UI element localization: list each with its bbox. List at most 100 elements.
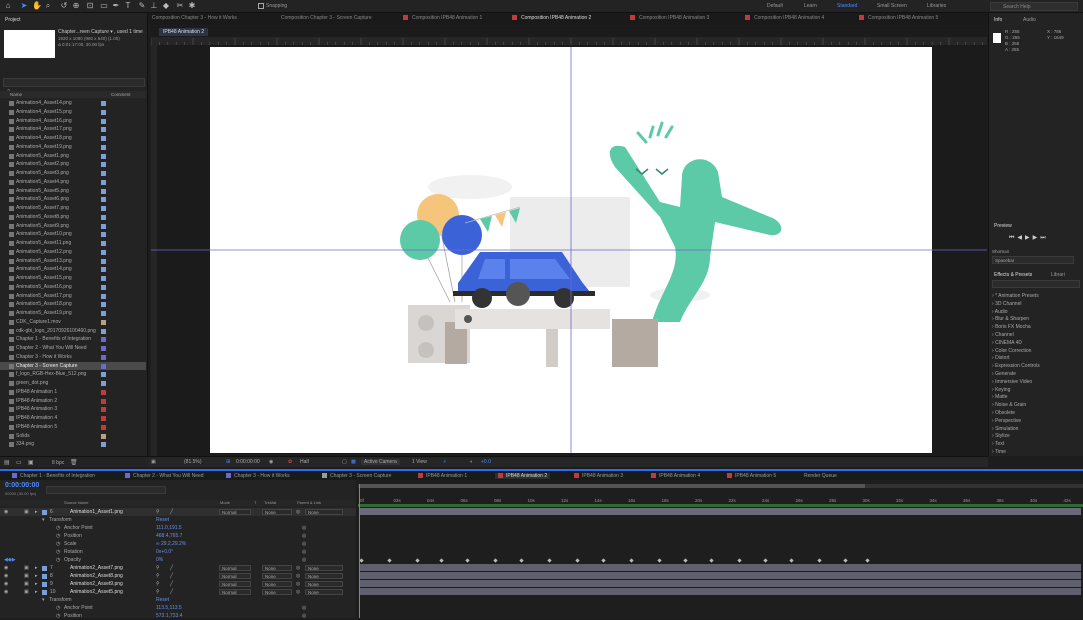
blend-mode-select[interactable]: Normal (219, 581, 251, 587)
effects-category[interactable]: › Channel (992, 332, 1014, 338)
timeline-tab[interactable]: Chapter 1 - Benefits of Integration (12, 473, 95, 479)
track-matte-select[interactable]: None (262, 581, 292, 587)
project-item[interactable]: Animation5_Asset9.png (0, 222, 146, 231)
project-item[interactable]: Chapter 2 - What You Will Need (0, 344, 146, 353)
effects-category[interactable]: › Audio (992, 309, 1008, 315)
disclosure-triangle-icon[interactable]: ▸ (35, 572, 38, 580)
quality-switch-icon[interactable]: ╱ (170, 572, 173, 580)
tab-comp-anim-4[interactable]: Composition IPB48 Animation 4 (745, 15, 824, 21)
project-item[interactable]: Animation5_Asset2.png (0, 160, 146, 169)
property-row[interactable]: ◷ Anchor Point 111.0,191.5 ◎ (0, 524, 356, 532)
disclosure-triangle-icon[interactable]: ▸ (35, 580, 38, 588)
property-row[interactable]: ◷ Rotation 0x+0.0° ◎ (0, 548, 356, 556)
current-time[interactable]: 0:00:00:00 (236, 459, 260, 465)
project-item[interactable]: Animation5_Asset11.png (0, 239, 146, 248)
track-matte-select[interactable]: None (262, 573, 292, 579)
label-color-tag[interactable] (101, 346, 106, 351)
quality-switch-icon[interactable]: ╱ (170, 564, 173, 572)
shy-switch-icon[interactable]: ⚲ (156, 580, 160, 588)
project-item[interactable]: f_logo_RGB-Hex-Blue_512.png (0, 370, 146, 379)
effects-category[interactable]: › Text (992, 441, 1004, 447)
pickwhip-icon[interactable]: ◎ (302, 524, 306, 532)
shape-tool-icon[interactable]: ▭ (100, 2, 108, 10)
label-color-tag[interactable] (101, 398, 106, 404)
property-row[interactable]: ◷ Position 468.4,765.7 ◎ (0, 532, 356, 540)
hand-tool-icon[interactable]: ✋ (32, 2, 42, 10)
keyframe[interactable] (683, 557, 688, 563)
composition-canvas[interactable] (210, 47, 932, 453)
label-color-tag[interactable] (101, 232, 106, 238)
lock-icon[interactable]: ▣ (24, 564, 29, 572)
color-channel-icon[interactable]: ✿ (288, 459, 292, 465)
property-value[interactable]: 111.0,191.5 (156, 524, 182, 532)
project-item[interactable]: Animation4_Asset14.png (0, 99, 146, 108)
blend-mode-select[interactable]: Normal (219, 509, 251, 515)
workspace-default[interactable]: Default (767, 3, 783, 9)
col-source-name[interactable]: Source Name (64, 500, 88, 506)
project-item[interactable]: Animation5_Asset8.png (0, 213, 146, 222)
track-matte-select[interactable]: None (262, 589, 292, 595)
col-parent[interactable]: Parent & Link (297, 500, 321, 506)
label-color-tag[interactable] (101, 389, 106, 395)
pickwhip-icon[interactable]: ◎ (302, 604, 306, 612)
parent-select[interactable]: None (305, 509, 343, 515)
layer-row[interactable]: ◉ ▣ ▸ 7 Animation2_Asset7.png ⚲ ╱ Normal None ◎ No… (0, 564, 356, 572)
keyframe[interactable] (547, 557, 552, 563)
effects-category[interactable]: › Simulation (992, 426, 1018, 432)
project-item[interactable]: Animation5_Asset4.png (0, 178, 146, 187)
timeline-tab[interactable]: IPB48 Animation 1 (418, 473, 467, 479)
label-color-tag[interactable] (101, 206, 106, 211)
blend-mode-select[interactable]: Normal (219, 573, 251, 579)
timeline-tab[interactable]: Chapter 3 - Screen Capture (322, 473, 391, 479)
quality-switch-icon[interactable]: ╱ (170, 508, 173, 516)
label-color-tag[interactable] (101, 354, 106, 360)
layer-track[interactable] (358, 580, 1083, 588)
label-color-tag[interactable] (101, 276, 106, 281)
timeline-tab[interactable]: IPB48 Animation 5 (727, 473, 776, 479)
layer-row[interactable]: ◉ ▣ ▸ 8 Animation2_Asset8.png ⚲ ╱ Normal None ◎ No… (0, 572, 356, 580)
label-color-tag[interactable] (101, 162, 106, 168)
project-item[interactable]: Animation5_Asset16.png (0, 283, 146, 292)
layer-source-name[interactable]: Animation2_Asset7.png (70, 564, 123, 572)
stopwatch-icon[interactable]: ◷ (56, 532, 60, 540)
tab-comp-anim-1[interactable]: Composition IPB48 Animation 1 (403, 15, 482, 21)
layer-track[interactable] (358, 508, 1083, 516)
visibility-eye-icon[interactable]: ◉ (4, 572, 8, 580)
layer-source-name[interactable]: Animation2_Asset5.png (70, 588, 123, 596)
label-color-tag[interactable] (101, 249, 106, 255)
keyframe[interactable] (865, 557, 870, 563)
label-color-tag[interactable] (101, 136, 106, 141)
label-color-tag[interactable] (101, 442, 106, 448)
grid-icon[interactable]: ⊞ (226, 459, 230, 465)
keyframe[interactable] (709, 557, 714, 563)
label-color-tag[interactable] (101, 284, 106, 290)
type-tool-icon[interactable]: T (124, 2, 132, 10)
effects-category[interactable]: › Immersive Video (992, 379, 1032, 385)
effects-category[interactable]: › 3D Channel (992, 301, 1021, 307)
project-item[interactable]: Animation5_Asset6.png (0, 195, 146, 204)
camera-tool-icon[interactable]: ⊕ (72, 2, 80, 10)
disclosure-triangle-icon[interactable]: ▾ (42, 516, 45, 524)
timeline-tab[interactable]: Chapter 3 - How it Works (226, 473, 290, 479)
keyframe[interactable] (575, 557, 580, 563)
property-value[interactable]: 0x+0.0° (156, 548, 173, 556)
project-item[interactable]: IPB48 Animation 2 (0, 397, 146, 406)
effects-category[interactable]: › Noise & Grain (992, 402, 1026, 408)
project-item[interactable]: Animation5_Asset10.png (0, 230, 146, 239)
effects-category[interactable]: › * Animation Presets (992, 293, 1039, 299)
timeline-tracks[interactable]: 0f 02s 04s 06s 08s 10s 12s 14s 16s 18s 20s 22s 24s 26… (358, 480, 1083, 618)
transparency-grid-icon[interactable]: ▩ (351, 459, 356, 465)
pickwhip-icon[interactable]: ◎ (302, 548, 306, 556)
trash-icon[interactable]: 🗑 (70, 459, 78, 466)
label-color-tag[interactable] (101, 319, 106, 325)
track-matte-select[interactable]: None (262, 565, 292, 571)
keyframe[interactable] (629, 557, 634, 563)
search-help-input[interactable]: Search Help (990, 2, 1078, 11)
effects-category[interactable]: › Distort (992, 355, 1010, 361)
label-color-tag[interactable] (101, 363, 106, 369)
project-item[interactable]: Animation4_Asset18.png (0, 134, 146, 143)
label-color-tag[interactable] (101, 293, 106, 299)
project-item[interactable]: Animation5_Asset14.png (0, 265, 146, 274)
project-item[interactable]: Animation5_Asset5.png (0, 187, 146, 196)
workspace-libraries[interactable]: Libraries (927, 3, 946, 9)
